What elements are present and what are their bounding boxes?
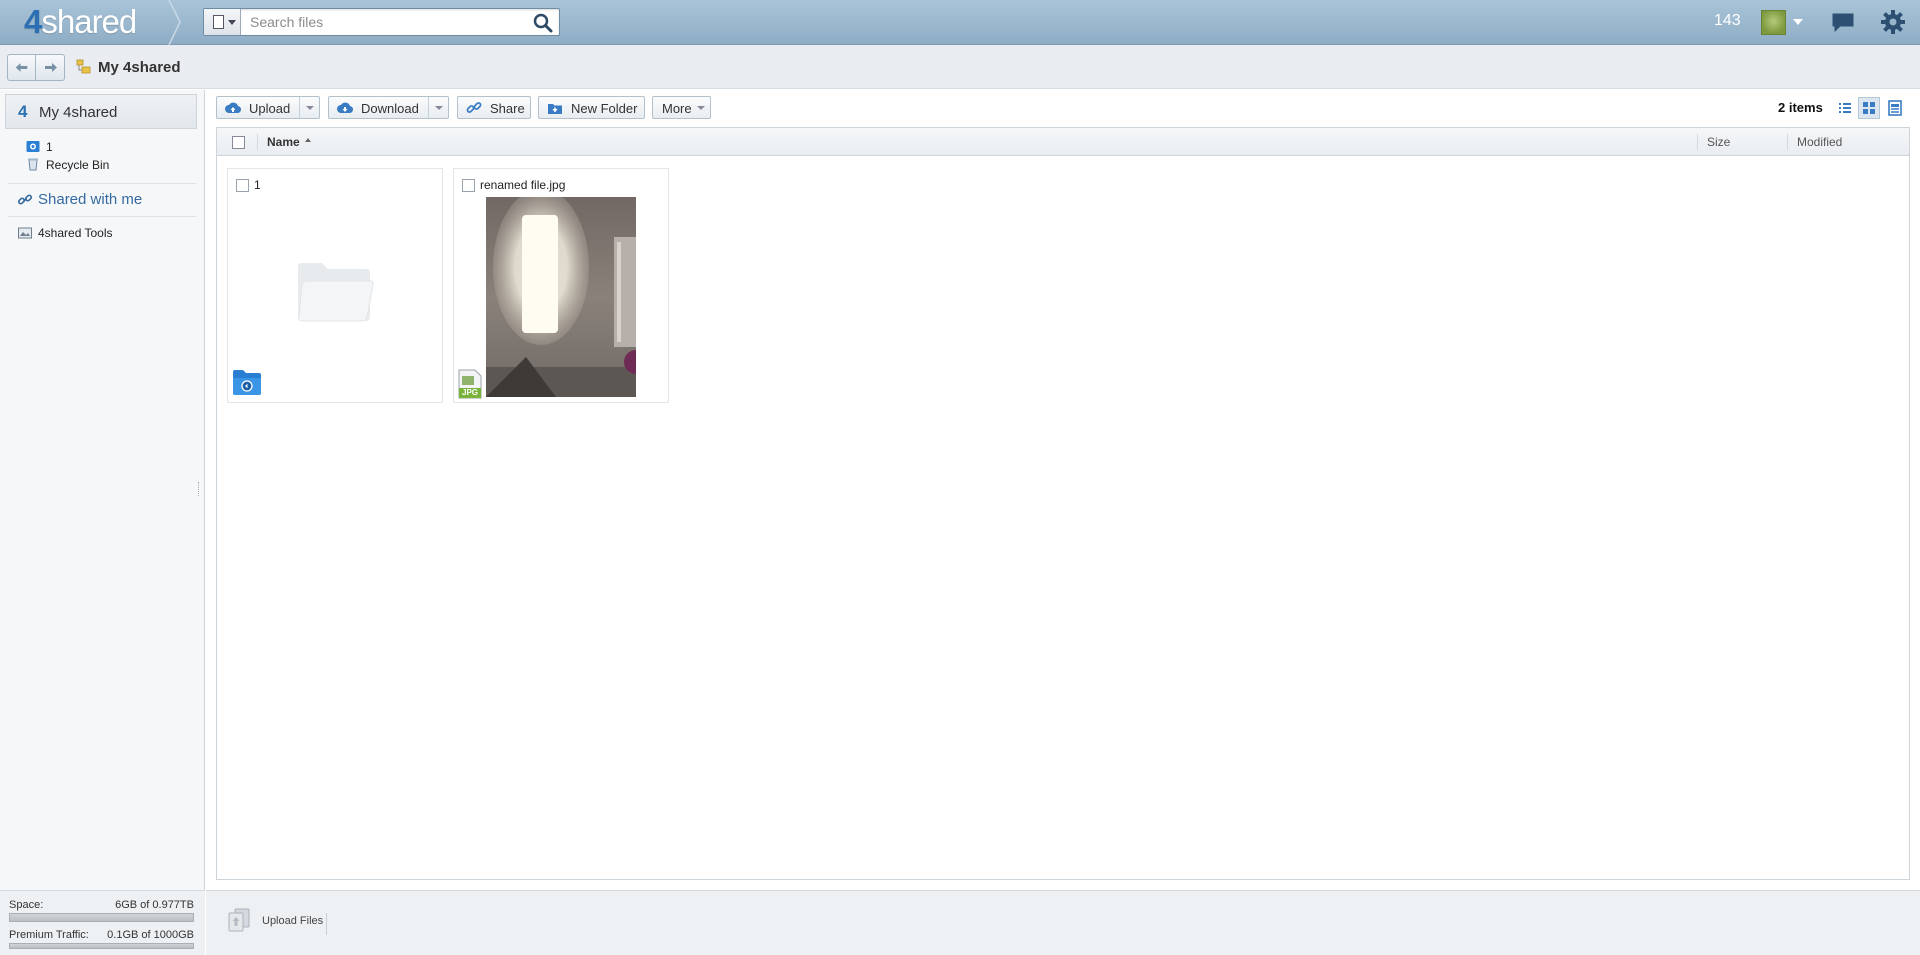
image-tile[interactable]: renamed file.jpg JPG bbox=[453, 168, 669, 403]
item-name: renamed file.jpg bbox=[480, 178, 566, 192]
space-progress-bar bbox=[9, 913, 194, 922]
sort-ascending-icon bbox=[305, 138, 311, 142]
download-button[interactable]: Download bbox=[328, 96, 449, 119]
column-name[interactable]: Name bbox=[267, 135, 300, 149]
storage-info: Space: 6GB of 0.977TB Premium Traffic: 0… bbox=[0, 890, 205, 955]
traffic-label: Premium Traffic: bbox=[9, 929, 89, 941]
column-size[interactable]: Size bbox=[1707, 135, 1730, 149]
bottom-bar: Upload Files bbox=[206, 890, 1920, 955]
download-cloud-icon bbox=[337, 102, 353, 114]
sidebar: 4 My 4shared 1 Recycle Bin Shared with m… bbox=[0, 90, 205, 955]
sidebar-item-4shared-tools[interactable]: 4shared Tools bbox=[38, 226, 113, 240]
items-count: 2 items bbox=[1778, 100, 1823, 115]
divider bbox=[8, 183, 196, 184]
shared-folder-icon bbox=[26, 141, 40, 152]
image-thumbnail bbox=[486, 197, 636, 397]
grid-view-button[interactable] bbox=[1858, 97, 1880, 119]
divider bbox=[8, 216, 196, 217]
space-value: 6GB of 0.977TB bbox=[115, 899, 194, 911]
search-box bbox=[203, 8, 560, 36]
file-type-dropdown[interactable] bbox=[204, 9, 241, 35]
top-header: 4shared 143 bbox=[0, 0, 1920, 45]
sidebar-item-1[interactable]: 1 bbox=[46, 140, 53, 154]
gear-icon[interactable] bbox=[1880, 9, 1906, 35]
chevron-down-icon bbox=[697, 106, 705, 110]
folder-tile[interactable]: 1 bbox=[227, 168, 443, 403]
avatar[interactable] bbox=[1761, 10, 1786, 35]
traffic-value: 0.1GB of 1000GB bbox=[107, 929, 194, 941]
detail-view-icon[interactable] bbox=[1884, 97, 1906, 119]
forward-arrow-icon[interactable] bbox=[37, 55, 65, 80]
chevron-down-icon bbox=[228, 20, 236, 25]
space-row: Space: 6GB of 0.977TB bbox=[9, 899, 194, 911]
grid-view-icon bbox=[1863, 102, 1875, 114]
breadcrumb: My 4shared bbox=[98, 59, 181, 76]
search-input[interactable] bbox=[250, 12, 520, 32]
space-label: Space: bbox=[9, 899, 44, 911]
upload-cloud-icon bbox=[225, 102, 241, 114]
recycle-bin-icon bbox=[28, 158, 38, 171]
photo-thumbnail bbox=[486, 197, 636, 397]
traffic-row: Premium Traffic: 0.1GB of 1000GB bbox=[9, 929, 194, 941]
chevron-down-icon[interactable] bbox=[435, 106, 443, 110]
navigation-bar bbox=[0, 45, 1920, 89]
sidebar-item-label: My 4shared bbox=[39, 104, 118, 121]
upload-files-icon bbox=[228, 908, 250, 932]
file-type-icon bbox=[213, 15, 224, 29]
share-button[interactable]: Share bbox=[457, 96, 531, 119]
item-checkbox[interactable] bbox=[236, 179, 249, 192]
chevron-down-icon[interactable] bbox=[1793, 19, 1803, 25]
divider bbox=[326, 913, 327, 935]
link-icon bbox=[17, 194, 33, 205]
search-icon[interactable] bbox=[533, 13, 553, 33]
list-view-icon[interactable] bbox=[1834, 97, 1856, 119]
file-panel: Name Size Modified 1 renamed file.jpg JP… bbox=[216, 127, 1910, 880]
traffic-progress-bar bbox=[9, 943, 194, 949]
item-name: 1 bbox=[254, 178, 261, 192]
link-icon bbox=[466, 102, 482, 113]
select-all-checkbox[interactable] bbox=[232, 136, 245, 149]
4shared-icon: 4 bbox=[18, 102, 28, 121]
sidebar-item-shared-with-me[interactable]: Shared with me bbox=[38, 191, 142, 208]
header-divider bbox=[168, 0, 181, 45]
sidebar-item-recycle-bin[interactable]: Recycle Bin bbox=[46, 158, 109, 172]
column-modified[interactable]: Modified bbox=[1797, 135, 1842, 149]
folder-tree-icon bbox=[76, 59, 91, 74]
chevron-down-icon[interactable] bbox=[306, 106, 314, 110]
item-checkbox[interactable] bbox=[462, 179, 475, 192]
tools-icon bbox=[18, 227, 32, 239]
new-folder-button[interactable]: New Folder bbox=[538, 96, 645, 119]
chat-icon[interactable] bbox=[1831, 12, 1855, 32]
jpg-badge: JPG bbox=[462, 388, 479, 397]
sidebar-resize-handle[interactable] bbox=[198, 482, 200, 496]
sidebar-item-my-4shared[interactable]: 4 My 4shared bbox=[5, 94, 197, 129]
new-folder-icon bbox=[548, 104, 562, 114]
shared-folder-icon bbox=[233, 370, 261, 395]
back-arrow-icon[interactable] bbox=[8, 55, 36, 80]
column-header: Name Size Modified bbox=[217, 128, 1909, 156]
history-buttons bbox=[7, 54, 65, 81]
more-button[interactable]: More bbox=[652, 96, 711, 119]
notification-counter[interactable]: 143 bbox=[1714, 12, 1741, 30]
upload-button[interactable]: Upload bbox=[216, 96, 320, 119]
logo[interactable]: 4shared bbox=[24, 3, 137, 41]
folder-placeholder-icon bbox=[298, 263, 374, 322]
